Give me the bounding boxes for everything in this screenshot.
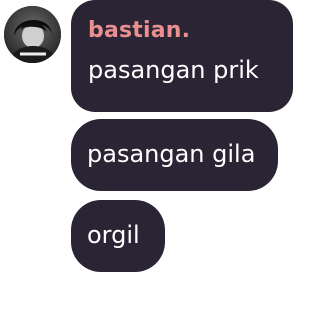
username[interactable]: bastian. xyxy=(88,18,293,44)
avatar[interactable] xyxy=(4,6,61,63)
avatar-image xyxy=(4,6,61,63)
message-text: pasangan gila xyxy=(87,140,256,168)
message-text: orgil xyxy=(87,221,140,249)
message-bubble-first[interactable]: bastian. pasangan prik xyxy=(71,0,293,112)
message-bubble[interactable]: orgil xyxy=(71,200,165,272)
message-bubble[interactable]: pasangan gila xyxy=(71,119,278,191)
message-text: pasangan prik xyxy=(88,56,259,84)
